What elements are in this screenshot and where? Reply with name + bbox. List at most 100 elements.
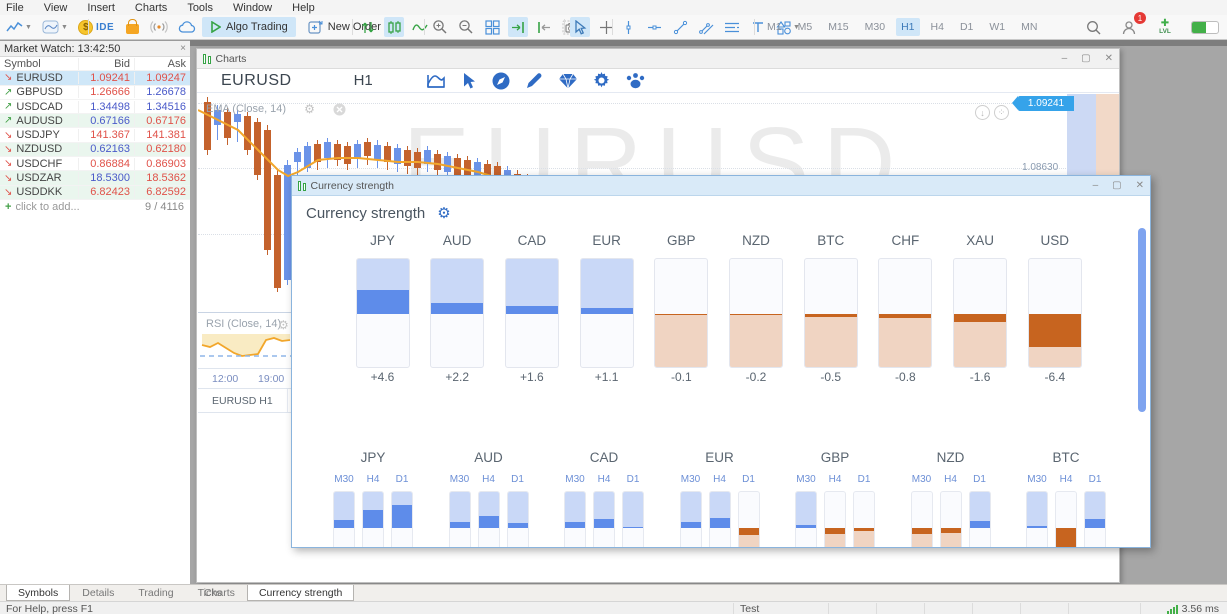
trendline-tool[interactable] xyxy=(670,17,690,37)
gear-icon[interactable] xyxy=(592,71,611,90)
download-icon[interactable]: ↓ xyxy=(975,105,990,120)
search-button[interactable] xyxy=(1083,17,1103,37)
shift-chart-button[interactable] xyxy=(534,17,554,37)
pencil-icon[interactable] xyxy=(525,71,544,90)
table-row[interactable]: ↘USDCHF 0.86884 0.86903 xyxy=(0,157,190,171)
scrollbar-thumb[interactable] xyxy=(1138,228,1146,412)
paw-icon[interactable] xyxy=(625,71,646,90)
candlestick-mode-button[interactable] xyxy=(384,17,404,37)
gear-icon[interactable]: ⚙ xyxy=(304,102,315,116)
channel-tool[interactable] xyxy=(696,17,716,37)
timeframe-M15[interactable]: M15 xyxy=(823,18,853,36)
ide-button[interactable]: IDE xyxy=(94,17,116,37)
cloud-button[interactable] xyxy=(176,17,198,37)
tab-trading[interactable]: Trading xyxy=(126,585,185,601)
timeframe-D1[interactable]: D1 xyxy=(955,18,978,36)
strength-gauge-JPY xyxy=(356,258,410,368)
add-symbol-icon[interactable]: + xyxy=(0,201,15,213)
gauge-value-EUR: +1.1 xyxy=(567,370,647,384)
tile-windows-button[interactable] xyxy=(482,17,502,37)
cursor-icon[interactable] xyxy=(461,72,477,90)
table-row[interactable]: ↘NZDUSD 0.62163 0.62180 xyxy=(0,143,190,157)
cursor-tool-button[interactable] xyxy=(570,17,590,37)
table-row[interactable]: ↘USDZAR 18.5300 18.5362 xyxy=(0,171,190,185)
menu-item-charts[interactable]: Charts xyxy=(135,2,167,14)
column-ask[interactable]: Ask xyxy=(134,58,190,70)
indicators-icon[interactable] xyxy=(425,72,447,90)
menu-item-view[interactable]: View xyxy=(44,2,68,14)
close-icon[interactable]: × xyxy=(180,43,186,54)
signals-button[interactable] xyxy=(148,17,170,37)
mdi-tab-currency-strength[interactable]: Currency strength xyxy=(247,585,354,601)
market-store-button[interactable] xyxy=(122,17,142,37)
line-chart-mode-button[interactable] xyxy=(410,17,430,37)
chart-type-button[interactable]: ▼ xyxy=(4,17,34,37)
diamond-icon[interactable] xyxy=(558,72,578,90)
close-icon[interactable] xyxy=(333,103,346,116)
notifications-button[interactable]: 1 xyxy=(1119,17,1139,37)
zoom-in-button[interactable] xyxy=(430,17,450,37)
charts-window-title-bar[interactable]: Charts – ▢ ✕ xyxy=(197,49,1119,69)
menu-item-file[interactable]: File xyxy=(6,2,24,14)
vertical-line-tool[interactable] xyxy=(618,17,638,37)
table-row[interactable]: ↘USDDKK 6.82423 6.82592 xyxy=(0,186,190,200)
level-button[interactable]: ✚LVL xyxy=(1155,17,1175,37)
timeframe-H4[interactable]: H4 xyxy=(926,18,949,36)
mini-gauge-EUR-M30 xyxy=(680,491,702,548)
close-icon[interactable]: ✕ xyxy=(1136,180,1144,191)
tab-symbols[interactable]: Symbols xyxy=(6,585,70,601)
add-symbol-label[interactable]: click to add... xyxy=(15,201,79,213)
table-row[interactable]: ↗USDCAD 1.34498 1.34516 xyxy=(0,100,190,114)
compass-icon[interactable] xyxy=(491,71,511,91)
algo-trading-button[interactable]: Algo Trading xyxy=(202,17,296,37)
timeframe-H1[interactable]: H1 xyxy=(896,18,919,36)
timeframe-M1[interactable]: M1 xyxy=(762,18,787,36)
zoom-out-button[interactable] xyxy=(456,17,476,37)
maximize-icon[interactable]: ▢ xyxy=(1081,53,1090,64)
connection-toggle[interactable] xyxy=(1191,21,1219,34)
timeframe-M30[interactable]: M30 xyxy=(860,18,890,36)
minimize-icon[interactable]: – xyxy=(1062,53,1068,64)
play-icon xyxy=(210,21,221,33)
table-row[interactable]: ↗AUDUSD 0.67166 0.67176 xyxy=(0,114,190,128)
table-row[interactable]: ↘EURUSD 1.09241 1.09247 xyxy=(0,71,190,85)
close-icon[interactable]: ✕ xyxy=(1105,53,1113,64)
currency-strength-title-bar[interactable]: Currency strength – ▢ ✕ xyxy=(292,176,1150,196)
symbol-count: 9 / 4116 xyxy=(145,201,190,213)
column-bid[interactable]: Bid xyxy=(78,58,134,70)
menu-item-tools[interactable]: Tools xyxy=(187,2,213,14)
timeframe-M5[interactable]: M5 xyxy=(793,18,818,36)
timeframe-W1[interactable]: W1 xyxy=(984,18,1010,36)
market-dollar-button[interactable]: $ xyxy=(76,17,96,37)
mdi-tab-charts[interactable]: Charts xyxy=(192,585,247,601)
scroll-to-end-button[interactable] xyxy=(508,17,528,37)
mdi-desktop: Charts – ▢ ✕ EURUSD H1 EURUSD xyxy=(190,40,1227,584)
trendline-icon xyxy=(673,20,688,35)
tick-chart-button[interactable] xyxy=(358,17,378,37)
mini-tf-label: D1 xyxy=(853,474,875,485)
menu-item-help[interactable]: Help xyxy=(292,2,315,14)
dollar-icon: $ xyxy=(78,20,93,35)
table-row[interactable]: ↘USDJPY 141.367 141.381 xyxy=(0,128,190,142)
fibonacci-tool[interactable] xyxy=(722,17,742,37)
market-watch-footer: + click to add... 9 / 4116 xyxy=(0,200,190,215)
up-down-arrows-icon xyxy=(361,20,375,35)
maximize-icon[interactable]: ▢ xyxy=(1112,180,1121,191)
chart-tab-eurusd[interactable]: EURUSD H1 xyxy=(198,389,288,412)
tab-details[interactable]: Details xyxy=(70,585,126,601)
horizontal-line-tool[interactable] xyxy=(644,17,664,37)
menu-item-window[interactable]: Window xyxy=(233,2,272,14)
signal-bars-icon xyxy=(1167,605,1178,614)
chart-timeframe-label[interactable]: H1 xyxy=(354,72,373,89)
chart-symbol-label[interactable]: EURUSD xyxy=(221,72,292,90)
table-row[interactable]: ↗GBPUSD 1.26666 1.26678 xyxy=(0,86,190,100)
column-symbol[interactable]: Symbol xyxy=(0,58,78,70)
chart-template-button[interactable]: ▼ xyxy=(40,17,70,37)
timeframe-MN[interactable]: MN xyxy=(1016,18,1042,36)
minimize-icon[interactable]: – xyxy=(1093,180,1099,191)
menu-item-insert[interactable]: Insert xyxy=(87,2,115,14)
gauge-label-BTC: BTC xyxy=(791,233,871,248)
crosshair-tool-button[interactable] xyxy=(596,17,616,37)
gear-icon[interactable]: ⚙ xyxy=(437,204,450,222)
expand-icon[interactable]: ⁘ xyxy=(994,105,1009,120)
